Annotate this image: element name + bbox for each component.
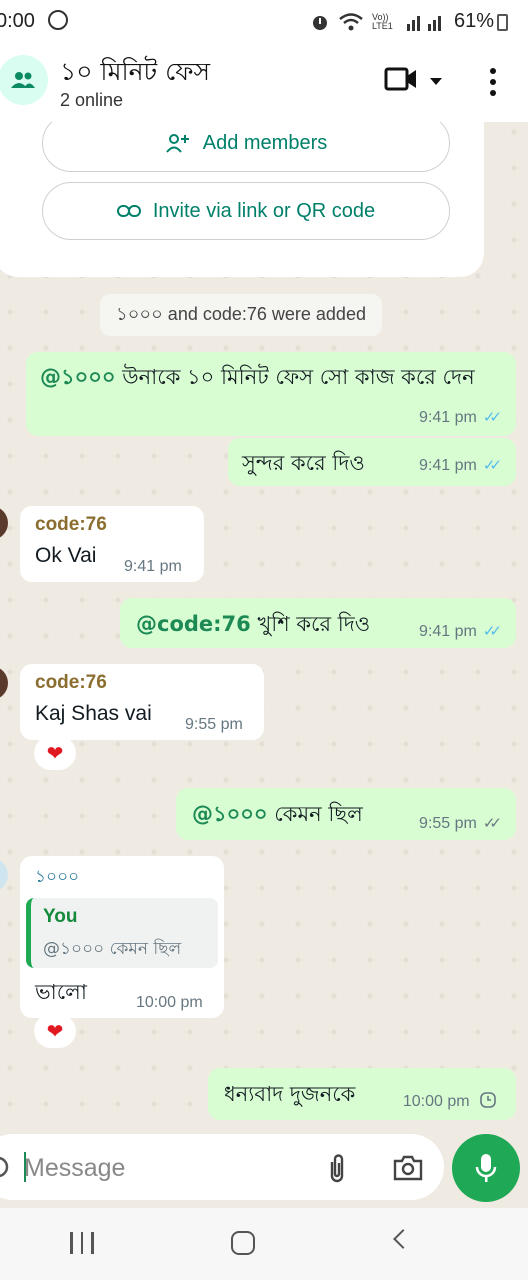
mention[interactable]: @১০০০ (40, 365, 116, 389)
avatar[interactable] (0, 506, 8, 540)
signal-icon (406, 15, 441, 31)
read-ticks-icon: ✓✓ (482, 457, 502, 474)
read-ticks-icon: ✓✓ (482, 409, 502, 426)
quoted-sender: You (43, 906, 78, 927)
message-meta: 10:00 pm (403, 1092, 496, 1111)
emoji-icon[interactable] (0, 1152, 16, 1182)
sender-name[interactable]: code:76 (35, 672, 107, 694)
message-input[interactable]: Message (0, 1134, 444, 1200)
attach-icon[interactable] (326, 1152, 348, 1184)
system-nav-bar (0, 1208, 528, 1280)
network-label: Vo)) LTE1 (371, 11, 393, 31)
camera-icon[interactable] (392, 1154, 424, 1182)
message-text: @১০০০ কেমন ছিল (192, 802, 363, 826)
whatsapp-icon (48, 10, 68, 30)
message-text: Kaj Shas vai (35, 702, 152, 725)
alarm-icon (312, 15, 327, 30)
message-outgoing[interactable]: @code:76 খুশি করে দিও 9:41 pm ✓✓ (120, 598, 516, 648)
mention[interactable]: @১০০০ (192, 802, 268, 826)
battery-percent: 61% (453, 10, 494, 32)
message-meta: 9:41 pm ✓✓ (419, 457, 502, 474)
add-members-button[interactable]: Add members (42, 122, 450, 172)
home-icon[interactable] (231, 1231, 255, 1255)
message-placeholder: Message (24, 1154, 126, 1182)
back-icon[interactable] (393, 1229, 413, 1249)
online-count: 2 online (60, 90, 124, 110)
more-options-icon[interactable] (490, 68, 498, 101)
invite-link-button[interactable]: Invite via link or QR code (42, 182, 450, 240)
mic-icon (475, 1154, 497, 1182)
avatar[interactable] (0, 666, 8, 700)
read-ticks-icon: ✓✓ (482, 623, 502, 640)
message-meta: 9:55 pm (185, 716, 243, 733)
message-text: ধন্যবাদ দুজনকে (224, 1082, 356, 1106)
dropdown-caret-icon[interactable] (430, 78, 442, 85)
message-meta: 10:00 pm (136, 994, 203, 1011)
composer: Message (0, 1132, 528, 1208)
sender-name[interactable]: ১০০০ (35, 864, 79, 892)
heart-reaction-icon[interactable]: ❤ (34, 1014, 76, 1048)
pending-clock-icon (480, 1092, 496, 1108)
system-message: ১০০০ and code:76 were added (100, 294, 382, 336)
message-incoming[interactable]: code:76 Kaj Shas vai 9:55 pm (20, 664, 264, 740)
group-avatar-icon (11, 72, 35, 88)
quoted-message[interactable]: You @১০০০ কেমন ছিল (26, 898, 218, 968)
message-meta: 9:55 pm ✓✓ (419, 815, 502, 832)
message-incoming[interactable]: ১০০০ You @১০০০ কেমন ছিল ভালো 10:00 pm (20, 856, 224, 1018)
recent-apps-icon[interactable] (70, 1232, 94, 1254)
link-icon (116, 205, 141, 217)
message-text: @code:76 খুশি করে দিও (136, 612, 371, 636)
message-text: @১০০০ উনাকে ১০ মিনিট ফেস সো কাজ করে দেন (40, 365, 475, 389)
message-text: ভালো (35, 980, 87, 1004)
heart-reaction-icon[interactable]: ❤ (34, 736, 76, 770)
message-meta: 9:41 pm (124, 558, 182, 575)
battery-icon (497, 14, 508, 31)
message-outgoing[interactable]: সুন্দর করে দিও 9:41 pm ✓✓ (228, 438, 516, 486)
message-text: Ok Vai (35, 544, 97, 567)
chat-area[interactable]: Add members Invite via link or QR code ১… (0, 122, 528, 1132)
message-meta: 9:41 pm ✓✓ (419, 409, 502, 426)
message-incoming[interactable]: code:76 Ok Vai 9:41 pm (20, 506, 204, 582)
delivered-ticks-icon: ✓✓ (482, 815, 502, 832)
message-outgoing[interactable]: @১০০০ উনাকে ১০ মিনিট ফেস সো কাজ করে দেন … (26, 352, 516, 436)
add-person-icon (165, 134, 189, 153)
video-call-icon[interactable] (384, 66, 418, 92)
message-text: সুন্দর করে দিও (242, 451, 365, 475)
group-title[interactable]: ১০ মিনিট ফেস (60, 52, 210, 95)
mic-button[interactable] (452, 1134, 520, 1202)
wifi-icon (339, 12, 363, 30)
message-outgoing[interactable]: ধন্যবাদ দুজনকে 10:00 pm (208, 1068, 516, 1120)
mention[interactable]: @code:76 (136, 612, 251, 636)
chat-header[interactable]: ১০ মিনিট ফেস 2 online (0, 44, 528, 122)
status-bar: 0:00 Vo)) LTE1 61% (0, 0, 528, 44)
message-meta: 9:41 pm ✓✓ (419, 623, 502, 640)
quoted-text: @১০০০ কেমন ছিল (43, 939, 182, 959)
status-time: 0:00 (0, 10, 35, 32)
add-members-label: Add members (202, 131, 328, 154)
group-avatar[interactable] (0, 55, 48, 105)
message-outgoing[interactable]: @১০০০ কেমন ছিল 9:55 pm ✓✓ (176, 788, 516, 840)
sender-name[interactable]: code:76 (35, 514, 107, 536)
avatar[interactable] (0, 858, 8, 892)
invite-label: Invite via link or QR code (152, 199, 376, 222)
